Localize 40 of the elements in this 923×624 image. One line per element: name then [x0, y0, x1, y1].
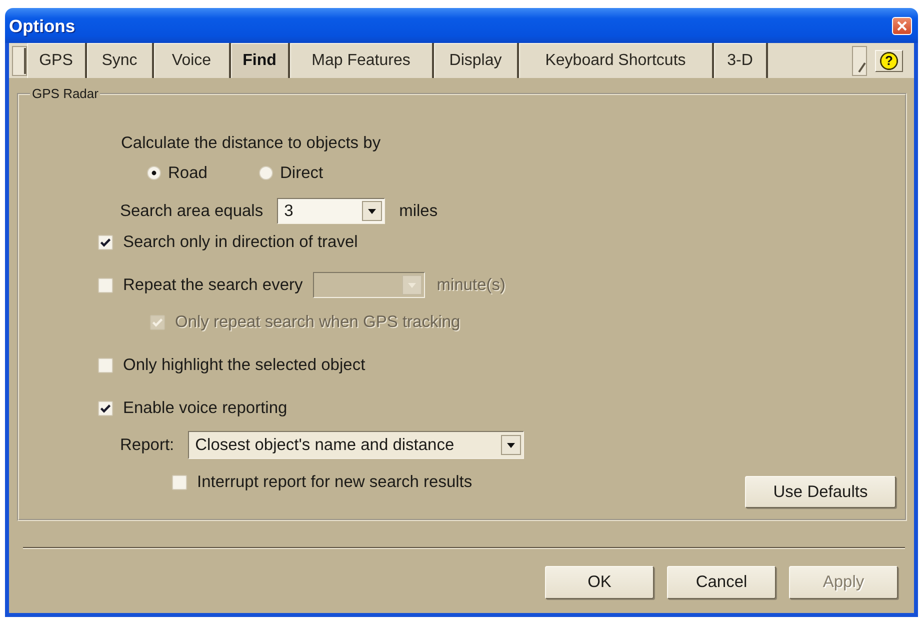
group-box-title: GPS Radar — [31, 87, 100, 101]
radio-label: Direct — [280, 162, 324, 184]
tab[interactable]: Map Features — [290, 43, 434, 78]
help-button[interactable]: ? — [875, 50, 903, 72]
field-label: Search area equals — [120, 200, 264, 222]
dropdown-field[interactable]: Closest object's name and distance — [188, 431, 524, 459]
checkbox-label: Search only in direction of travel — [123, 232, 358, 253]
tab[interactable]: Find — [231, 43, 290, 78]
checkbox-label: Only highlight the selected object — [123, 354, 366, 376]
close-button[interactable] — [892, 16, 912, 34]
checkbox-label: Repeat the search every — [123, 274, 303, 296]
tab[interactable]: Display — [434, 43, 519, 78]
checkbox-label: Enable voice reporting — [123, 398, 288, 419]
tab-scroll-edge-icon[interactable] — [12, 46, 27, 76]
tab-scroll-edge-icon[interactable] — [852, 46, 867, 76]
checkbox[interactable] — [98, 400, 113, 416]
checkbox-label: Only repeat search when GPS tracking — [175, 312, 460, 333]
tab[interactable]: Voice — [154, 43, 231, 78]
unit-label: miles — [399, 200, 438, 222]
checkbox-label: Interrupt report for new search results — [197, 472, 472, 493]
checkbox[interactable] — [98, 358, 113, 372]
close-icon — [897, 20, 907, 30]
tab[interactable]: Keyboard Shortcuts — [519, 43, 714, 78]
checkbox[interactable] — [98, 234, 113, 250]
unit-label: minute(s) — [436, 274, 506, 296]
radio-button[interactable] — [147, 166, 161, 180]
field-label: Report: — [120, 434, 174, 456]
radio-label: Road — [168, 162, 208, 184]
defaults-button[interactable]: Use Defaults — [745, 476, 896, 508]
section-label: Calculate the distance to objects by — [121, 132, 381, 154]
checkbox[interactable] — [172, 474, 187, 490]
dropdown-field[interactable]: 3 — [277, 198, 386, 224]
window-title: Options — [9, 16, 76, 36]
tab[interactable]: 3-D — [714, 43, 768, 78]
dialog-button[interactable]: Cancel — [667, 566, 776, 599]
tab[interactable]: Sync — [87, 43, 154, 78]
checkbox[interactable] — [98, 278, 113, 292]
dialog-button[interactable]: OK — [545, 566, 654, 599]
tab[interactable]: GPS — [27, 43, 87, 78]
radio-button[interactable] — [259, 166, 273, 180]
